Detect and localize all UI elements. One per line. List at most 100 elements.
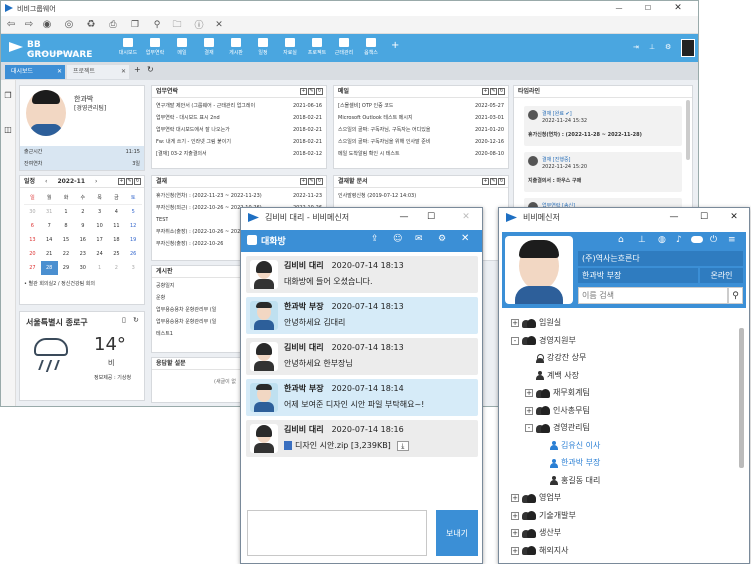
timeline-scrollbar[interactable] bbox=[686, 100, 690, 160]
list-item[interactable]: 업무연락 대시보드에서 잘 나오는가 2018-02-21 bbox=[152, 124, 326, 136]
list-item[interactable]: 휴가신청(연차) : (2022-11-23 ~ 2022-11-23) 2022… bbox=[152, 190, 326, 202]
approval-actions[interactable]: + ✎ ↻ bbox=[300, 178, 323, 185]
calendar-day[interactable]: 13 bbox=[24, 233, 41, 247]
list-item[interactable]: 스으일의 골짜: 구독자님을 위해 인사말 준비 2020-12-16 bbox=[334, 136, 508, 148]
expand-icon[interactable]: + bbox=[525, 406, 533, 415]
map-icon[interactable]: ▯ bbox=[122, 316, 126, 324]
chat-list-icon[interactable]: ✉ bbox=[415, 234, 423, 244]
tab-project[interactable]: 프로젝트 ✕ bbox=[67, 65, 129, 79]
calendar-day[interactable]: 27 bbox=[24, 261, 41, 275]
calendar-day[interactable]: 16 bbox=[74, 233, 91, 247]
chat-close-button[interactable]: ✕ bbox=[461, 212, 471, 222]
windows-icon[interactable]: ❐ bbox=[3, 90, 13, 100]
print-icon[interactable]: ⎙ bbox=[107, 18, 119, 31]
calendar-day[interactable]: 25 bbox=[108, 247, 125, 261]
back-icon[interactable]: ⇦ bbox=[5, 18, 17, 31]
panel-icon[interactable]: ◫ bbox=[3, 124, 13, 134]
calendar-day[interactable]: 21 bbox=[41, 247, 58, 261]
list-item[interactable]: 메일 도착알림 확인 시 테스트 2020-08-10 bbox=[334, 148, 508, 160]
nav-item[interactable]: 일정 bbox=[249, 37, 277, 61]
tree-node[interactable]: + 인사총무팀 bbox=[525, 402, 590, 420]
forward-icon[interactable]: ⇨ bbox=[23, 18, 35, 31]
status-badge[interactable]: 온라인 bbox=[700, 268, 743, 283]
expand-icon[interactable]: + bbox=[511, 494, 519, 502]
messenger-close-button[interactable]: ✕ bbox=[729, 212, 739, 222]
search-button-icon[interactable]: ⚲ bbox=[728, 287, 743, 304]
brand[interactable]: BB GROUPWARE NEW GENERAL GROUPWARE TOOL bbox=[9, 39, 109, 60]
sender-avatar[interactable] bbox=[250, 260, 278, 289]
expand-icon[interactable]: + bbox=[511, 546, 519, 555]
my-avatar[interactable] bbox=[505, 236, 573, 304]
chat-minimize-button[interactable]: — bbox=[399, 212, 409, 222]
calendar-day[interactable]: 9 bbox=[74, 219, 91, 233]
list-item[interactable]: 업무연락 - 대시보드 표시 2nd 2018-02-21 bbox=[152, 112, 326, 124]
calendar-day[interactable]: 5 bbox=[125, 205, 142, 219]
calendar-day[interactable]: 28 bbox=[40, 261, 58, 275]
tree-node[interactable]: 홍길동 대리 bbox=[539, 472, 600, 490]
globe-icon[interactable]: ◍ bbox=[658, 235, 666, 245]
close-button[interactable]: ✕ bbox=[671, 2, 685, 14]
messenger-maximize-button[interactable]: ☐ bbox=[699, 212, 709, 222]
send-button[interactable]: 보내기 bbox=[436, 510, 478, 556]
calendar-day[interactable]: 23 bbox=[74, 247, 91, 261]
bell-icon[interactable]: ♪ bbox=[676, 235, 682, 245]
sender-avatar[interactable] bbox=[250, 424, 278, 453]
tree-node[interactable]: + 영업부 bbox=[511, 489, 561, 507]
nav-item[interactable]: 업무연락 bbox=[141, 37, 169, 61]
upload-icon[interactable]: ⇪ bbox=[371, 234, 379, 244]
calendar-day[interactable]: 15 bbox=[58, 233, 75, 247]
calendar-day[interactable]: 26 bbox=[125, 247, 142, 261]
tree-node[interactable]: + 생산부 bbox=[511, 524, 561, 542]
messenger-minimize-button[interactable]: — bbox=[669, 212, 679, 222]
calendar-day[interactable]: 10 bbox=[91, 219, 108, 233]
info-icon[interactable]: ⓘ bbox=[193, 18, 205, 31]
download-icon[interactable]: ⤓ bbox=[396, 441, 409, 451]
tree-node[interactable]: 한과박 부장 bbox=[539, 454, 600, 472]
tree-node[interactable]: + 임원실 bbox=[511, 314, 561, 332]
list-item[interactable]: Fw: 내게 쓰기 - 인라넷 그림 붙이기 2018-02-21 bbox=[152, 136, 326, 148]
list-item[interactable]: 스으일의 골짜: 구독자님, 구독자는 어디있을 2021-01-20 bbox=[334, 124, 508, 136]
calendar-day[interactable]: 17 bbox=[91, 233, 108, 247]
calendar-day[interactable]: 7 bbox=[41, 219, 58, 233]
refresh-icon[interactable]: ↻ bbox=[147, 65, 154, 74]
sender-avatar[interactable] bbox=[250, 383, 278, 412]
chrome-icon[interactable]: ◉ bbox=[41, 18, 53, 31]
calendar-day[interactable]: 30 bbox=[24, 205, 41, 219]
approval-doc-actions[interactable]: + ✎ ↻ bbox=[482, 178, 505, 185]
list-item[interactable]: Microsoft Outlook 테스트 메시지 2021-03-01 bbox=[334, 112, 508, 124]
logout-icon[interactable]: ⇥ bbox=[633, 43, 639, 51]
tree-node[interactable]: - 경영관리팀 bbox=[525, 419, 590, 437]
sender-avatar[interactable] bbox=[250, 301, 278, 330]
chat-maximize-button[interactable]: ☐ bbox=[426, 212, 436, 222]
list-item[interactable]: 연구개발 제안서 (그룹웨어 - 근태관리 업그레이 2021-06-16 bbox=[152, 100, 326, 112]
minimize-button[interactable]: — bbox=[612, 2, 626, 14]
chat-exit-icon[interactable]: ✕ bbox=[461, 233, 469, 244]
expand-icon[interactable]: + bbox=[511, 511, 519, 520]
calendar-day[interactable]: 18 bbox=[108, 233, 125, 247]
menu-icon[interactable]: ≡ bbox=[728, 235, 736, 245]
message-input[interactable] bbox=[247, 510, 427, 556]
calendar-day[interactable]: 14 bbox=[41, 233, 58, 247]
tree-node[interactable]: 김유신 이사 bbox=[539, 437, 600, 455]
nav-item[interactable]: 프로젝트 bbox=[303, 37, 331, 61]
calendar-day[interactable]: 3 bbox=[91, 205, 108, 219]
calendar-event[interactable]: • 별관 회의실2 / 정신건강팀 회의 bbox=[24, 280, 95, 287]
sender-avatar[interactable] bbox=[250, 342, 278, 371]
tree-node[interactable]: + 해외지사 bbox=[511, 542, 568, 560]
attachment-name[interactable]: 디자인 시안.zip [3,239KB] bbox=[295, 441, 391, 450]
browser-icon[interactable]: ◎ bbox=[63, 18, 75, 31]
tree-node[interactable]: + 기술개발부 bbox=[511, 507, 576, 525]
timeline-card[interactable]: 결재 [완료 ✔] 2022-11-24 15:32 휴가신청(연차) : (202… bbox=[524, 106, 682, 146]
calendar-day[interactable]: 19 bbox=[125, 233, 142, 247]
calendar-day[interactable]: 3 bbox=[125, 261, 142, 275]
calendar-day[interactable]: 2 bbox=[108, 261, 125, 275]
calendar-day[interactable]: 31 bbox=[41, 205, 58, 219]
calendar-day[interactable]: 12 bbox=[125, 219, 142, 233]
tree-node[interactable]: + 재무회계팀 bbox=[525, 384, 590, 402]
stop-icon[interactable]: ✕ bbox=[213, 18, 225, 31]
nav-item[interactable]: 게시판 bbox=[222, 37, 250, 61]
nav-item[interactable]: 결재 bbox=[195, 37, 223, 61]
zip-file-icon[interactable] bbox=[284, 441, 292, 450]
new-tab-icon[interactable]: + bbox=[134, 65, 141, 74]
tree-node[interactable]: - 경영지원부 bbox=[511, 332, 576, 350]
